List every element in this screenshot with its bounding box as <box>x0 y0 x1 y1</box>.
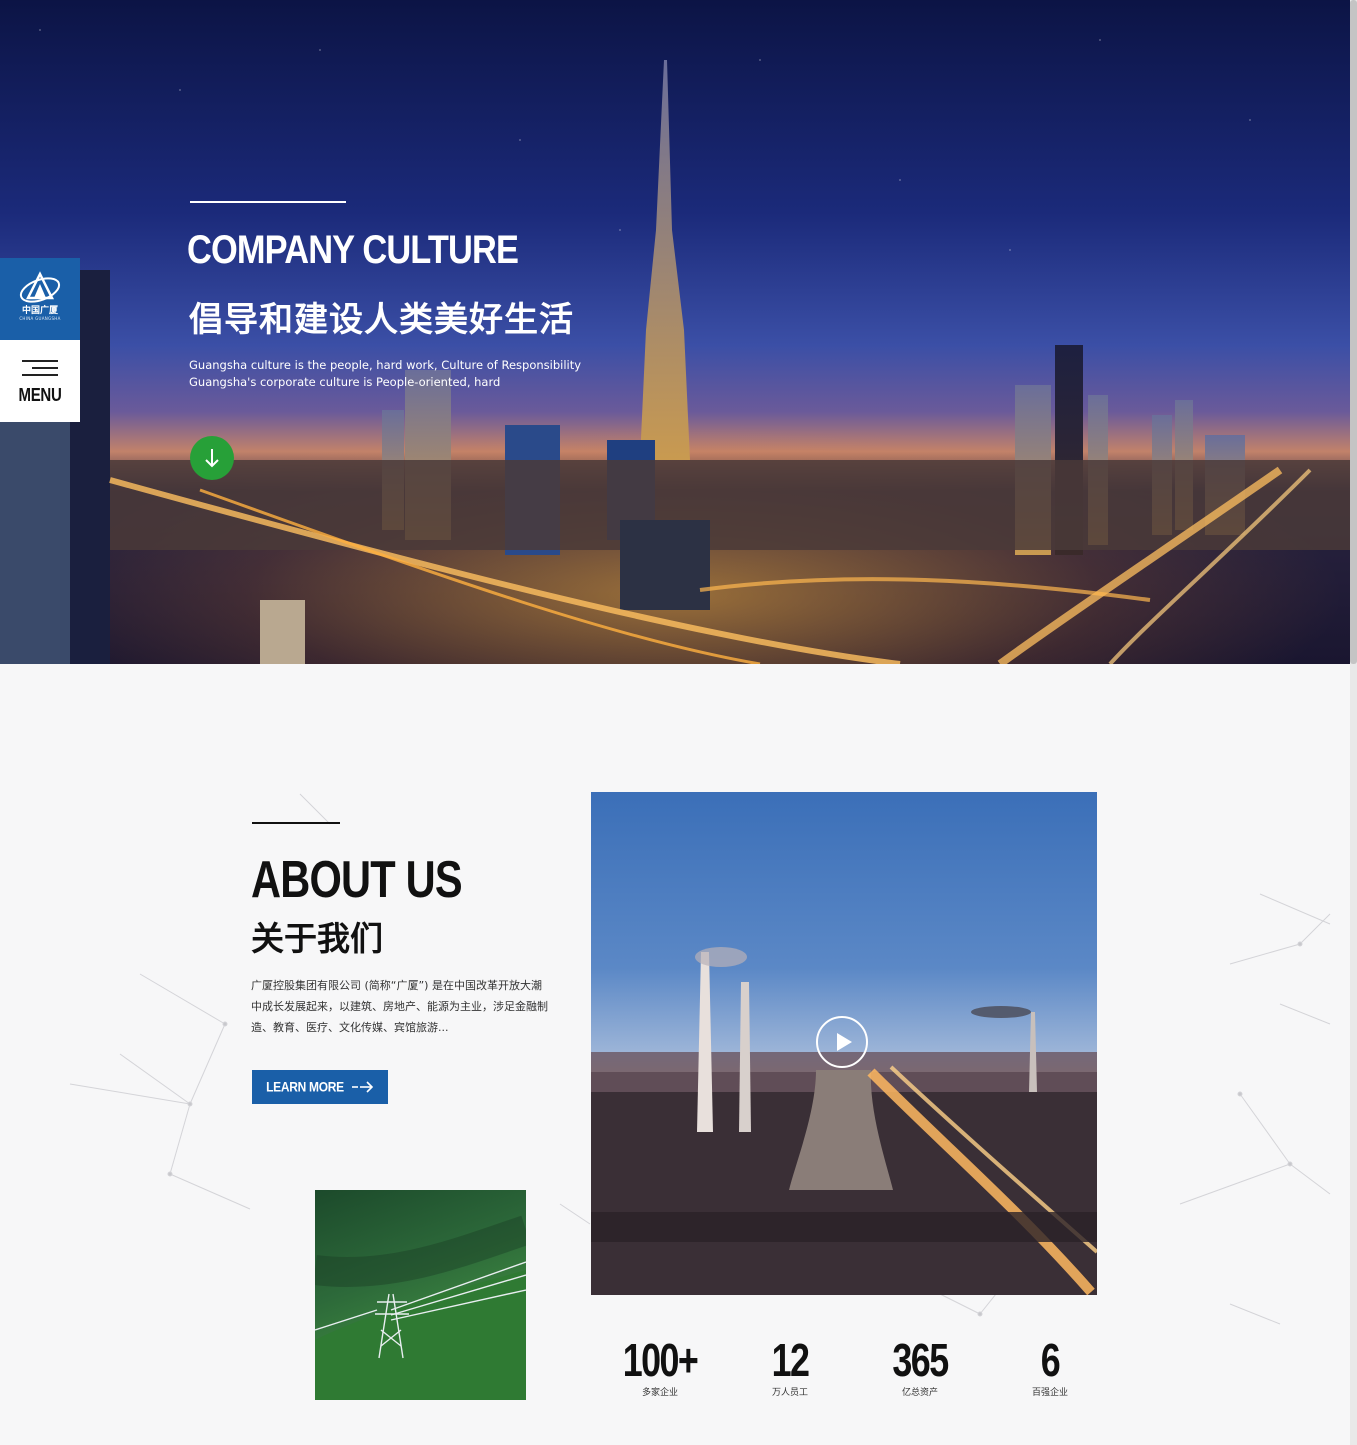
logo-text-en: CHINA GUANGSHA <box>19 316 61 321</box>
learn-more-label: LEARN MORE <box>266 1078 344 1096</box>
hero-subtitle: 倡导和建设人类美好生活 <box>189 300 574 340</box>
arrow-down-icon <box>205 449 219 468</box>
page-scrollbar[interactable] <box>1350 0 1357 1445</box>
stat-item: 365 亿总资产 <box>860 1333 980 1398</box>
stat-item: 6 百强企业 <box>990 1333 1110 1398</box>
power-line-image <box>315 1190 526 1400</box>
power-tower-illustration <box>315 1215 526 1400</box>
scroll-down-button[interactable] <box>190 436 234 480</box>
stat-item: 100+ 多家企业 <box>600 1333 720 1398</box>
stat-value: 12 <box>771 1334 810 1386</box>
about-title-cn: 关于我们 <box>251 919 383 958</box>
about-title: ABOUT US <box>251 851 463 909</box>
logo-icon <box>19 271 61 303</box>
scrollbar-thumb[interactable] <box>1350 0 1357 664</box>
power-plant-video[interactable] <box>591 792 1097 1295</box>
hero-banner: COMPANY CULTURE 倡导和建设人类美好生活 Guangsha cul… <box>0 0 1350 664</box>
menu-button[interactable]: MENU <box>0 340 80 422</box>
stats-row: 100+ 多家企业 12 万人员工 365 亿总资产 6 百强企业 <box>600 1333 1120 1403</box>
logo-text-cn: 中国广厦 <box>21 306 58 316</box>
hero-title: COMPANY CULTURE <box>187 228 519 272</box>
hero-description: Guangsha culture is the people, hard wor… <box>189 357 581 391</box>
about-description: 广厦控股集团有限公司 (简称“广厦”) 是在中国改革开放大潮中成长发展起来，以建… <box>251 979 548 1034</box>
hamburger-icon <box>22 360 58 376</box>
hero-desc-line-2: Guangsha's corporate culture is People-o… <box>189 375 501 389</box>
menu-label: MENU <box>18 385 62 406</box>
hero-divider <box>190 201 346 203</box>
stat-item: 12 万人员工 <box>730 1333 850 1398</box>
learn-more-button[interactable]: LEARN MORE <box>252 1070 388 1104</box>
brand-logo[interactable]: 中国广厦 CHINA GUANGSHA <box>0 258 80 340</box>
play-icon <box>837 1033 852 1051</box>
arrow-right-icon <box>351 1081 373 1093</box>
stat-value: 6 <box>1040 1334 1061 1386</box>
hero-desc-line-1: Guangsha culture is the people, hard wor… <box>189 358 582 372</box>
stat-value: 100+ <box>622 1334 699 1386</box>
play-button[interactable] <box>816 1016 868 1068</box>
stat-value: 365 <box>892 1334 949 1386</box>
about-divider <box>252 822 340 824</box>
